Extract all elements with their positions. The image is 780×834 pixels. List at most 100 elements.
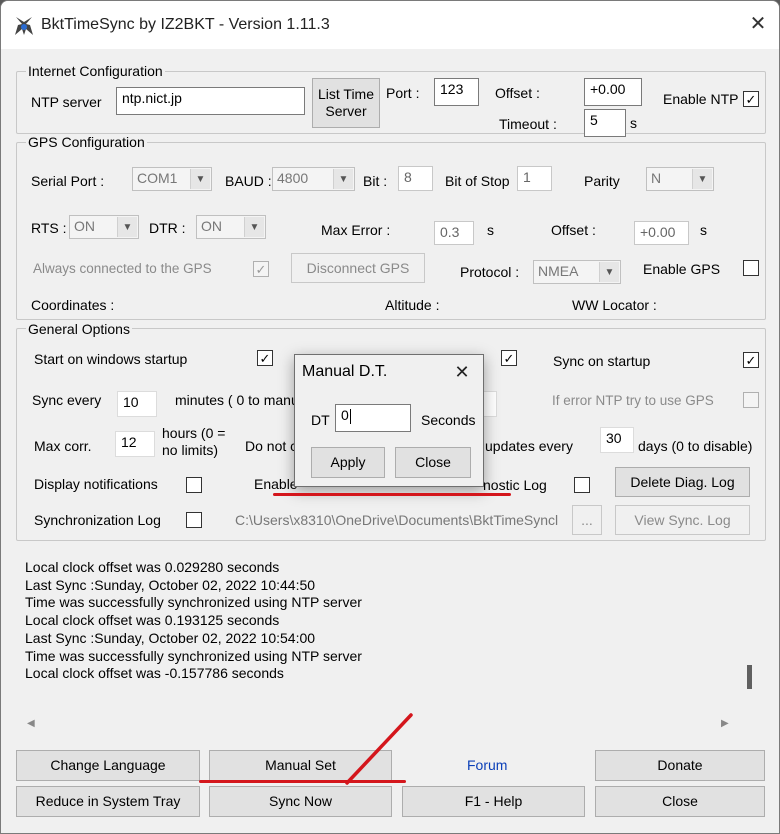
baud-select[interactable]: 4800 ▼ [272,167,355,191]
max-error-input[interactable]: 0.3 [434,221,474,245]
parity-select[interactable]: N ▼ [646,167,714,191]
log-line: Time was successfully synchronized using… [25,594,362,611]
minutes-label: minutes ( 0 to manu [175,392,299,408]
ww-locator-label: WW Locator : [572,297,657,313]
start-on-startup-label: Start on windows startup [34,351,188,367]
chevron-down-icon: ▼ [190,169,210,189]
ntp-server-label: NTP server [31,94,102,110]
timeout-label: Timeout : [499,116,557,132]
dt-label: DT [311,412,330,428]
timeout-unit: s [630,115,637,131]
donate-button[interactable]: Donate [595,750,765,781]
chevron-down-icon: ▼ [333,169,353,189]
dtr-value: ON [201,218,222,234]
delete-diag-log-button[interactable]: Delete Diag. Log [615,467,750,497]
scroll-left-icon[interactable]: ◀ [27,715,35,733]
parity-value: N [651,170,662,186]
log-line: Local clock offset was 0.193125 seconds [25,612,280,629]
gps-offset-label: Offset : [551,222,596,238]
diagnostic-log-checkbox[interactable] [574,477,590,493]
ntp-offset-input[interactable]: +0.00 [584,78,642,106]
window-close-button[interactable]: ✕ [745,11,771,37]
chevron-down-icon: ▼ [244,217,264,237]
dt-value: 0 [341,407,349,423]
sync-every-label: Sync every [32,392,102,408]
title-bar: BktTimeSync by IZ2BKT - Version 1.11.3 ✕ [1,1,779,49]
protocol-select[interactable]: NMEA ▼ [533,260,621,284]
app-icon [15,17,33,35]
if-error-checkbox[interactable] [743,392,759,408]
help-button[interactable]: F1 - Help [402,786,585,817]
days-label: days (0 to disable) [638,438,753,454]
close-button[interactable]: Close [595,786,765,817]
reduce-in-tray-button[interactable]: Reduce in System Tray [16,786,200,817]
browse-button[interactable]: ... [572,505,602,535]
sync-log-label: Synchronization Log [34,512,161,528]
forum-link[interactable]: Forum [467,757,507,773]
protocol-label: Protocol : [460,264,520,280]
max-corr-label: Max corr. [34,438,92,454]
sync-log-checkbox[interactable] [186,512,202,528]
ntp-offset-label: Offset : [495,85,540,101]
max-corr-input[interactable]: 12 [115,431,155,457]
enable-label: Enable [254,476,298,492]
internet-config-title: Internet Configuration [26,63,165,79]
log-line: Local clock offset was 0.029280 seconds [25,559,280,575]
max-error-label: Max Error : [321,222,391,238]
enable-ntp-checkbox[interactable]: ✓ [743,91,759,107]
change-language-button[interactable]: Change Language [16,750,200,781]
dt-input[interactable]: 0 [335,404,411,432]
log-line: Local clock offset was -0.157786 seconds [25,665,284,682]
timeout-input[interactable]: 5 [584,109,626,137]
main-window: BktTimeSync by IZ2BKT - Version 1.11.3 ✕… [0,0,780,834]
display-notifications-checkbox[interactable] [186,477,202,493]
vertical-scrollbar-thumb[interactable] [747,665,752,689]
dialog-title: Manual D.T. [302,363,388,380]
protocol-value: NMEA [538,263,579,279]
dtr-label: DTR : [149,220,186,236]
port-input[interactable]: 123 [434,78,479,106]
coordinates-label: Coordinates : [31,297,115,313]
manual-dt-dialog: Manual D.T. ✕ DT 0 Seconds Apply Close [294,354,484,487]
middle-option-checkbox[interactable]: ✓ [501,350,517,366]
log-line: Time was successfully synchronized using… [25,647,362,664]
scroll-right-icon[interactable]: ▶ [721,715,729,733]
diagnostic-log-label: nostic Log [483,477,547,493]
always-connected-checkbox[interactable]: ✓ [253,261,269,277]
ntp-server-input[interactable]: ntp.nict.jp [116,87,305,115]
sync-now-button[interactable]: Sync Now [209,786,392,817]
chevron-down-icon: ▼ [117,217,137,237]
enable-gps-label: Enable GPS [643,261,721,277]
sync-on-startup-label: Sync on startup [553,353,651,369]
sync-on-startup-checkbox[interactable]: ✓ [743,352,759,368]
sync-every-input[interactable]: 10 [117,391,157,417]
baud-value: 4800 [277,170,309,186]
bit-of-stop-label: Bit of Stop [445,173,510,189]
dtr-select[interactable]: ON ▼ [196,215,266,239]
updates-every-label: updates every [485,438,573,454]
general-options-title: General Options [26,321,132,337]
hidden-input-edge [483,391,497,417]
always-connected-label: Always connected to the GPS [33,261,212,276]
log-lines: Local clock offset was 0.029280 seconds … [25,559,362,683]
gps-offset-input[interactable]: +0.00 [634,221,689,245]
view-sync-log-button[interactable]: View Sync. Log [615,505,750,535]
disconnect-gps-button[interactable]: Disconnect GPS [291,253,425,283]
serial-port-value: COM1 [137,170,178,186]
updates-every-input[interactable]: 30 [600,427,634,453]
serial-port-select[interactable]: COM1 ▼ [132,167,212,191]
log-path-field[interactable]: C:\Users\x8310\OneDrive\Documents\BktTim… [235,512,558,528]
rts-select[interactable]: ON ▼ [69,215,139,239]
bit-of-stop-input[interactable]: 1 [517,166,552,191]
chevron-down-icon: ▼ [692,169,712,189]
dialog-close-button[interactable]: Close [395,447,471,478]
list-time-server-button[interactable]: List Time Server [312,78,380,128]
if-error-label: If error NTP try to use GPS [552,393,714,408]
log-line: Last Sync :Sunday, October 02, 2022 10:5… [25,629,316,646]
apply-button[interactable]: Apply [311,447,385,478]
dialog-close-icon[interactable]: ✕ [449,359,475,385]
bit-input[interactable]: 8 [398,166,433,191]
enable-gps-checkbox[interactable] [743,260,759,276]
start-on-startup-checkbox[interactable]: ✓ [257,350,273,366]
rts-label: RTS : [31,220,67,236]
